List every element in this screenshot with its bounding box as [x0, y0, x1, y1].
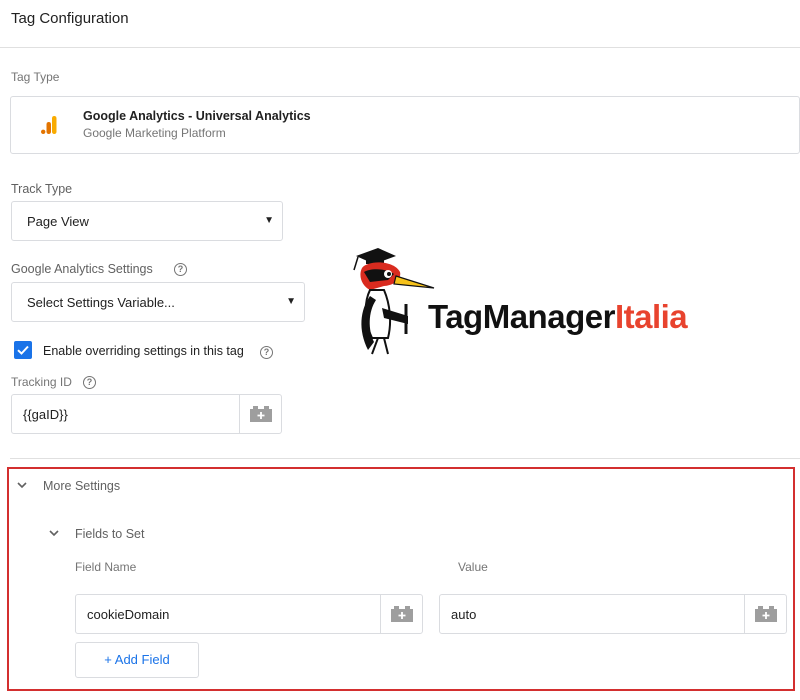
variable-picker-button[interactable] [744, 595, 786, 633]
dropdown-caret-icon: ▼ [264, 215, 274, 226]
ga-settings-select[interactable]: Select Settings Variable... ▼ [11, 282, 305, 322]
track-type-value: Page View [27, 214, 89, 229]
logo-text-part2: Italia [614, 298, 688, 335]
more-settings-title[interactable]: More Settings [43, 479, 120, 493]
field-value-value: auto [451, 607, 477, 622]
tagmanageritalia-logo: TagManagerItalia [348, 246, 758, 358]
variable-brick-icon [391, 606, 413, 622]
ga-settings-value: Select Settings Variable... [27, 295, 175, 310]
variable-brick-icon [755, 606, 777, 622]
track-type-label: Track Type [11, 182, 73, 196]
logo-text-part1: TagManager [428, 298, 615, 335]
ga-settings-label: Google Analytics Settings [11, 262, 153, 276]
override-label: Enable overriding settings in this tag [43, 344, 244, 358]
tag-type-name: Google Analytics - Universal Analytics [83, 109, 311, 123]
tag-type-provider: Google Marketing Platform [83, 126, 226, 140]
override-checkbox[interactable] [14, 341, 32, 359]
field-value-input[interactable]: auto [439, 594, 787, 634]
tag-type-card[interactable]: Google Analytics - Universal Analytics G… [10, 96, 800, 154]
field-name-value: cookieDomain [87, 607, 170, 622]
add-field-button[interactable]: + Add Field [75, 642, 199, 678]
track-type-select[interactable]: Page View ▼ [11, 201, 283, 241]
dropdown-caret-icon: ▼ [286, 296, 296, 307]
value-header: Value [458, 560, 488, 574]
tracking-id-value: {{gaID}} [23, 407, 68, 422]
panel-title: Tag Configuration [11, 10, 129, 27]
tag-type-label: Tag Type [11, 70, 60, 84]
chevron-down-icon[interactable] [16, 480, 28, 490]
variable-brick-icon [250, 406, 272, 422]
variable-picker-button[interactable] [239, 395, 281, 433]
google-analytics-icon [39, 114, 61, 136]
checkmark-icon [17, 345, 29, 355]
chevron-down-icon[interactable] [48, 528, 60, 538]
variable-picker-button[interactable] [380, 595, 422, 633]
section-divider [10, 458, 800, 459]
woodpecker-icon [353, 248, 435, 355]
help-icon[interactable]: ? [83, 376, 96, 389]
panel-header: Tag Configuration [0, 0, 800, 48]
field-name-input[interactable]: cookieDomain [75, 594, 423, 634]
help-icon[interactable]: ? [260, 346, 273, 359]
tracking-id-label: Tracking ID [11, 375, 72, 389]
field-name-header: Field Name [75, 560, 137, 574]
tracking-id-input[interactable]: {{gaID}} [11, 394, 282, 434]
help-icon[interactable]: ? [174, 263, 187, 276]
logo-wordmark: TagManagerItalia [428, 298, 688, 336]
fields-to-set-title[interactable]: Fields to Set [75, 527, 144, 541]
